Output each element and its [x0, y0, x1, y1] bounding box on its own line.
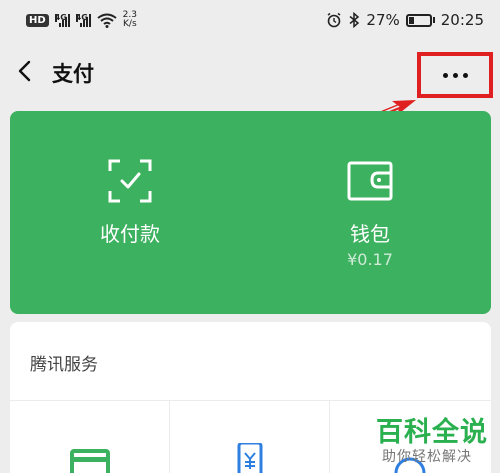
clock-time: 20:25 — [440, 11, 484, 29]
wallet-button[interactable]: 钱包 ¥0.17 — [250, 111, 490, 314]
page-title: 支付 — [52, 62, 94, 86]
more-dot — [452, 72, 458, 78]
watermark-logo: 百科全说 助你轻松解决 — [372, 408, 496, 470]
watermark-subtitle: 助你轻松解决 — [382, 449, 472, 465]
signal-icon: 4G — [75, 13, 91, 27]
alarm-icon — [327, 12, 341, 28]
receive-pay-label: 收付款 — [100, 222, 160, 246]
more-dots-icon — [442, 72, 448, 78]
status-bar-left: HD 4G 4G 2.3 K/s — [26, 11, 137, 29]
hd-icon: HD — [26, 13, 49, 27]
card-icon — [70, 449, 110, 473]
battery-icon — [405, 13, 435, 27]
watermark-title: 百科全说 — [376, 417, 488, 448]
network-speed: 2.3 K/s — [122, 10, 137, 29]
more-dot — [462, 72, 468, 78]
battery-percent: 27% — [366, 11, 400, 29]
chevron-left-icon[interactable] — [14, 59, 38, 83]
wallet-balance: ¥0.17 — [347, 250, 393, 269]
service-item-card[interactable] — [10, 401, 170, 473]
status-bar: HD 4G 4G 2.3 K/s 27% 20:25 — [0, 0, 500, 40]
signal-icon: 4G — [54, 13, 70, 27]
scan-check-icon — [108, 159, 152, 203]
wallet-card: 收付款 钱包 ¥0.17 — [10, 111, 491, 314]
bluetooth-icon — [349, 12, 360, 28]
wallet-label: 钱包 — [350, 222, 390, 246]
status-bar-right: 27% 20:25 — [326, 11, 484, 29]
service-item-recharge[interactable] — [170, 401, 330, 473]
services-title: 腾讯服务 — [30, 355, 98, 375]
wifi-icon — [97, 13, 117, 28]
receive-pay-button[interactable]: 收付款 — [10, 111, 250, 314]
more-button[interactable] — [417, 52, 493, 98]
phone-recharge-icon — [237, 443, 263, 473]
wallet-icon — [347, 161, 393, 201]
